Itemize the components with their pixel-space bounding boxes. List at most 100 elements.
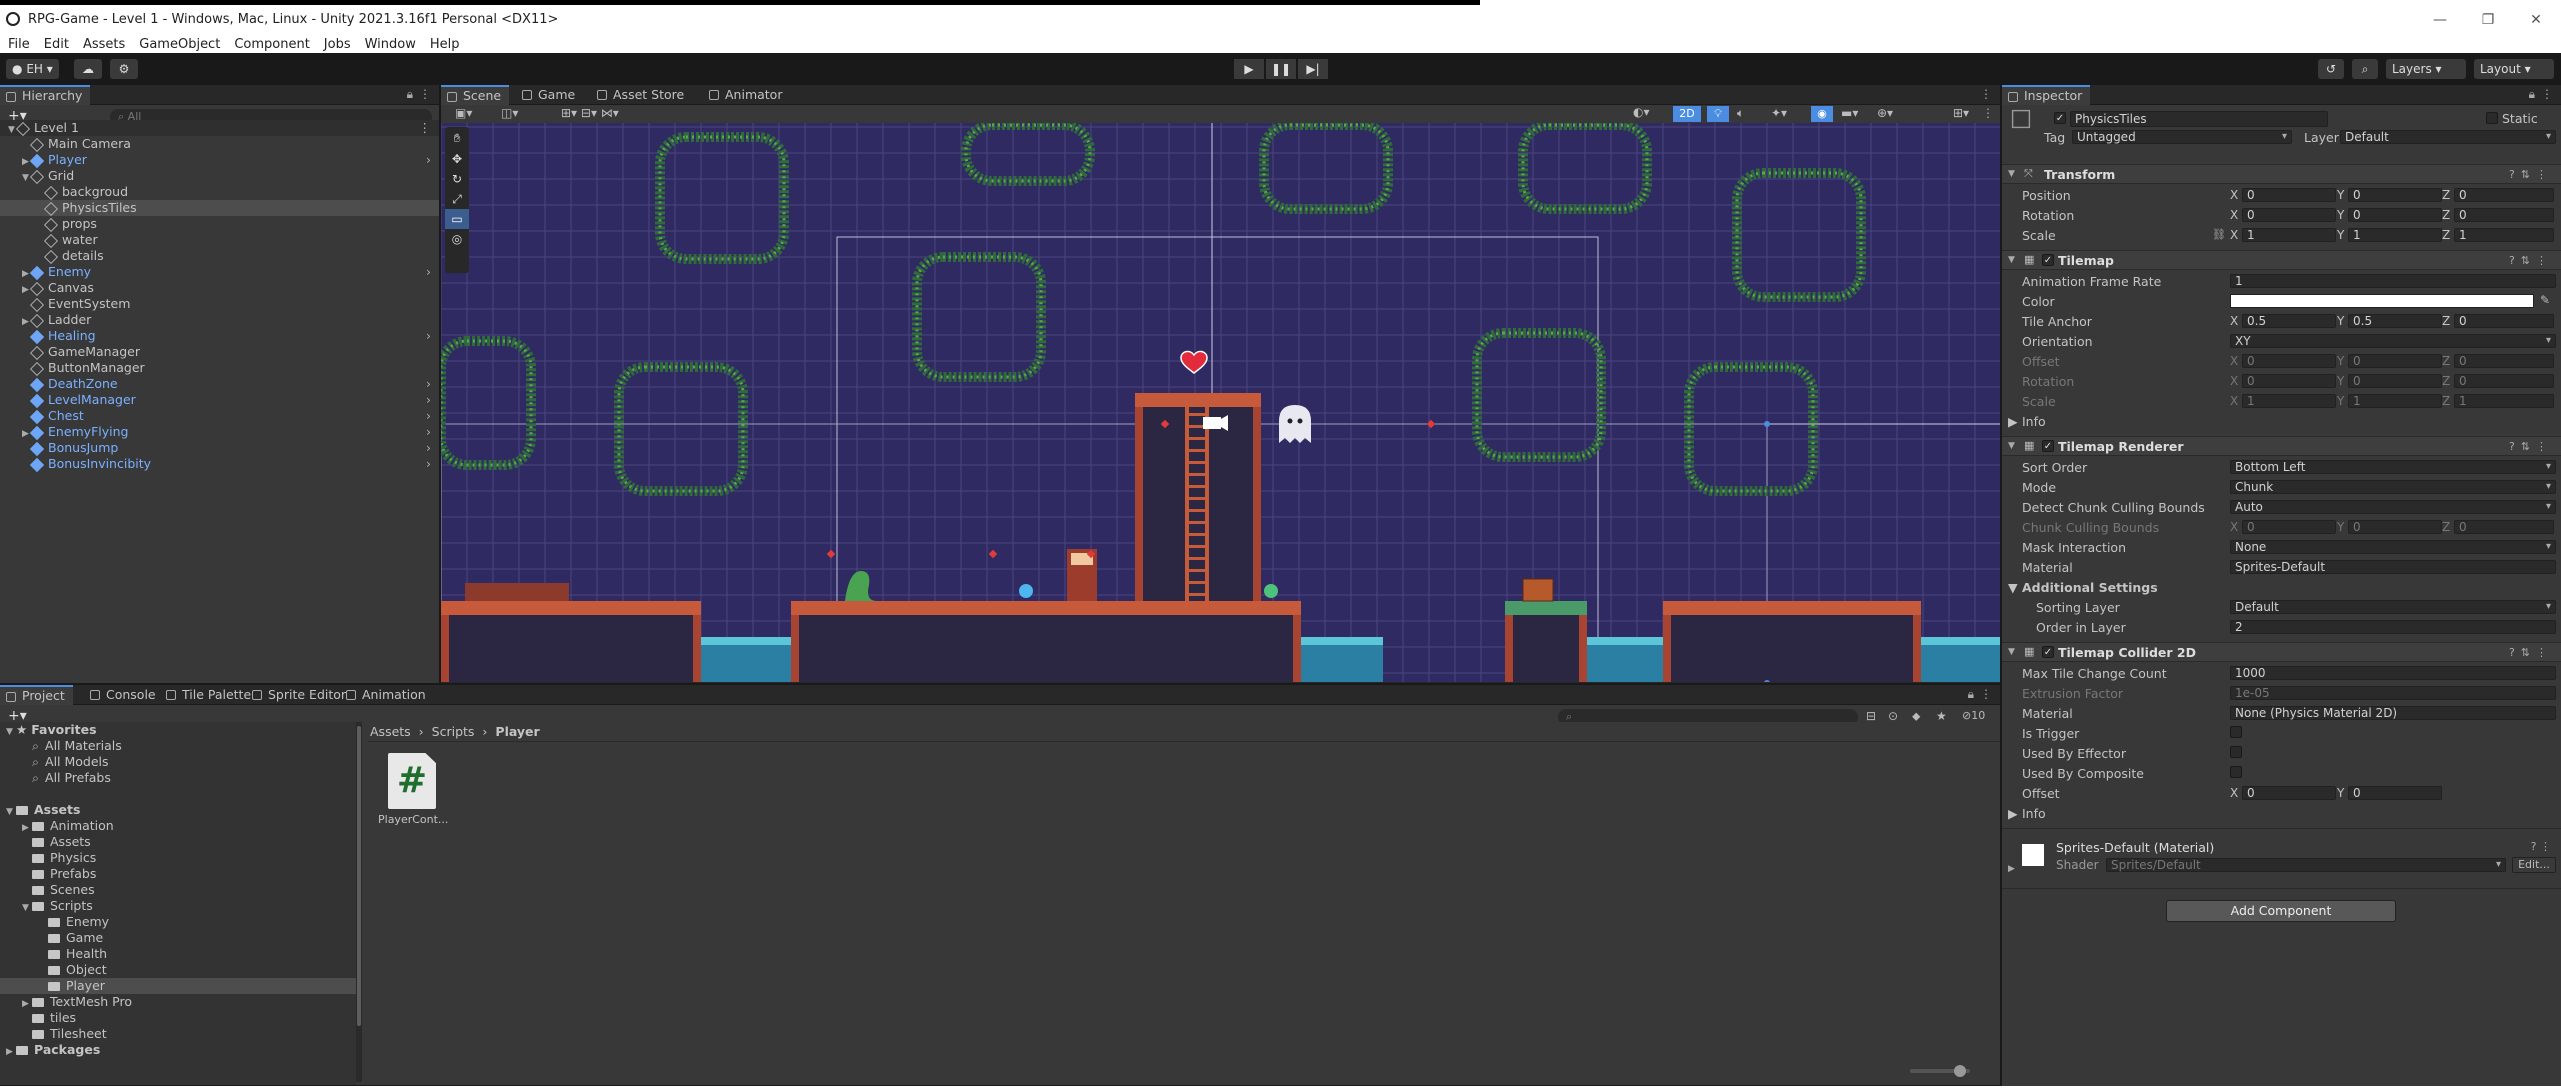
static-checkbox[interactable] — [2486, 112, 2498, 124]
tab-animator[interactable]: Animator — [703, 85, 790, 105]
hierarchy-item[interactable]: PhysicsTiles — [0, 200, 439, 216]
project-lock-icon[interactable]: 🔒︎ — [1968, 687, 1974, 702]
component-header-tilemap-renderer[interactable]: ▼ ▦ ✓ Tilemap Renderer ?⇅⋮ — [2002, 436, 2561, 456]
shading-icon[interactable]: ◫▾ — [501, 106, 518, 120]
material-header-icons[interactable]: ? ⋮ — [2531, 840, 2551, 853]
component-header-tilemap[interactable]: ▼ ▦ ✓ Tilemap ?⇅⋮ — [2002, 250, 2561, 270]
vector-field-x[interactable]: 1 — [2242, 228, 2336, 242]
menu-help[interactable]: Help — [430, 37, 460, 52]
vector-field-z[interactable]: 0 — [2454, 188, 2554, 202]
pause-button[interactable]: ❚❚ — [1266, 59, 1296, 79]
menu-file[interactable]: File — [8, 37, 30, 52]
vector-field-x[interactable]: 0 — [2242, 786, 2336, 800]
folder-item[interactable]: Game — [0, 930, 356, 946]
link-scale-icon[interactable]: ⛓ — [2212, 228, 2226, 241]
property-field[interactable]: Auto — [2230, 500, 2556, 514]
material-foldout-icon[interactable]: ▶ — [2008, 864, 2015, 874]
color-swatch[interactable] — [2230, 294, 2534, 308]
tab-animation[interactable]: Animation — [340, 685, 434, 705]
hierarchy-item[interactable]: ▶ Enemy › — [0, 264, 439, 280]
scale-tool-icon[interactable]: ⤢ — [445, 189, 469, 209]
folder-item[interactable]: ▼ Scripts — [0, 898, 356, 914]
component-enabled-checkbox[interactable]: ✓ — [2042, 440, 2054, 452]
view-tool-icon[interactable]: ✋︎ — [445, 127, 469, 149]
property-field[interactable]: XY — [2230, 334, 2556, 348]
layout-dropdown[interactable]: Layout ▾ — [2474, 59, 2554, 79]
hierarchy-item[interactable]: props — [0, 216, 439, 232]
filter-type-icon[interactable]: ⊟ — [1866, 709, 1876, 723]
maximize-button[interactable]: ❐ — [2468, 9, 2508, 31]
lock-icon[interactable]: 🔒︎ — [407, 87, 413, 102]
additional-foldout[interactable]: ▼ — [2008, 580, 2018, 595]
property-field[interactable]: Default — [2230, 600, 2556, 614]
icon-size-slider[interactable] — [1910, 1065, 1970, 1077]
favorite-item[interactable]: ⌕ All Models — [0, 754, 356, 770]
foldout-arrow-icon[interactable]: ▼ — [2008, 169, 2015, 179]
prefab-open-icon[interactable]: › — [426, 456, 431, 472]
vector-field-x[interactable]: 0 — [2242, 188, 2336, 202]
prefab-open-icon[interactable]: › — [426, 440, 431, 456]
slider-handle[interactable] — [1954, 1065, 1966, 1077]
layer-dropdown[interactable]: Default — [2340, 130, 2556, 144]
play-button[interactable]: ▶ — [1234, 59, 1264, 79]
menu-component[interactable]: Component — [234, 37, 309, 52]
orientation-gizmo-icon[interactable]: ◐▾ — [1633, 105, 1650, 119]
menu-window[interactable]: Window — [365, 37, 416, 52]
prefab-open-icon[interactable]: › — [426, 376, 431, 392]
vector-field-x[interactable]: 0.5 — [2242, 314, 2336, 328]
property-field[interactable]: 2 — [2230, 620, 2556, 634]
tab-inspector[interactable]: Inspector — [2002, 85, 2091, 105]
vector-field-z[interactable]: 0 — [2454, 208, 2554, 222]
folder-item[interactable]: Assets — [0, 834, 356, 850]
scene-settings-icon[interactable]: ⊞▾ — [1953, 106, 1969, 120]
vector-field-z[interactable]: 1 — [2454, 228, 2554, 242]
hierarchy-item[interactable]: ▼ Grid — [0, 168, 439, 184]
scene-toolbar-more-icon[interactable]: ⋮ — [1982, 106, 1994, 120]
menu-gameobject[interactable]: GameObject — [139, 37, 220, 52]
foldout-arrow-icon[interactable]: ▼ — [2008, 441, 2015, 451]
project-tree-scrollbar[interactable] — [356, 722, 362, 1082]
physics-material-field[interactable]: None (Physics Material 2D) — [2230, 706, 2556, 720]
transform-tool-icon[interactable]: ◎ — [445, 229, 469, 249]
scene-kebab-icon[interactable]: ⋮ — [1980, 87, 1992, 101]
tab-tile-palette[interactable]: Tile Palette — [160, 685, 259, 705]
folder-item[interactable]: Object — [0, 962, 356, 978]
draw-mode-icon[interactable]: ▣▾ — [455, 106, 472, 120]
gizmos-icon[interactable]: ⊕▾ — [1877, 106, 1893, 120]
prefab-open-icon[interactable]: › — [426, 264, 431, 280]
menu-edit[interactable]: Edit — [44, 37, 69, 52]
scene-viewport[interactable]: ✋︎ ✥ ↻ ⤢ ▭ ◎ — [441, 123, 2000, 682]
property-field[interactable]: None — [2230, 540, 2556, 554]
tab-game[interactable]: Game — [516, 85, 583, 105]
folder-item[interactable]: Player — [0, 978, 356, 994]
audio-icon[interactable]: 🔈︎ — [1737, 106, 1744, 121]
folder-item[interactable]: Health — [0, 946, 356, 962]
tab-hierarchy[interactable]: Hierarchy — [0, 85, 91, 105]
collab-icon[interactable]: ⚙ — [110, 59, 138, 79]
folder-item[interactable]: Scenes — [0, 882, 356, 898]
cloud-icon[interactable]: ☁ — [74, 59, 102, 79]
rotate-tool-icon[interactable]: ↻ — [445, 169, 469, 189]
vector-field-y[interactable]: 0 — [2348, 786, 2442, 800]
inspector-kebab-icon[interactable]: ⋮ — [2541, 87, 2553, 101]
hierarchy-item[interactable]: Healing › — [0, 328, 439, 344]
property-field[interactable]: 1 — [2230, 274, 2556, 288]
hierarchy-item[interactable]: water — [0, 232, 439, 248]
history-icon[interactable]: ↺ — [2318, 59, 2344, 79]
tab-asset-store[interactable]: Asset Store — [591, 85, 692, 105]
component-header-icons[interactable]: ?⇅⋮ — [2509, 168, 2553, 181]
used-by-composite-checkbox[interactable] — [2230, 766, 2242, 778]
hierarchy-item[interactable]: backgroud — [0, 184, 439, 200]
vector-field-y[interactable]: 0 — [2348, 188, 2442, 202]
folder-item[interactable]: Enemy — [0, 914, 356, 930]
hierarchy-item[interactable]: EventSystem — [0, 296, 439, 312]
hierarchy-item[interactable]: LevelManager › — [0, 392, 439, 408]
foldout-arrow-icon[interactable]: ▼ — [2008, 255, 2015, 265]
inspector-lock-icon[interactable]: 🔒︎ — [2529, 87, 2535, 102]
component-header-icons[interactable]: ?⇅⋮ — [2509, 646, 2553, 659]
prefab-open-icon[interactable]: › — [426, 424, 431, 440]
component-header-transform[interactable]: ▼ ⤧ Transform ?⇅⋮ — [2002, 164, 2561, 184]
folder-item[interactable]: Tilesheet — [0, 1026, 356, 1042]
active-checkbox[interactable]: ✓ — [2054, 112, 2066, 124]
hidden-count[interactable]: ⊘10 — [1962, 709, 1985, 722]
